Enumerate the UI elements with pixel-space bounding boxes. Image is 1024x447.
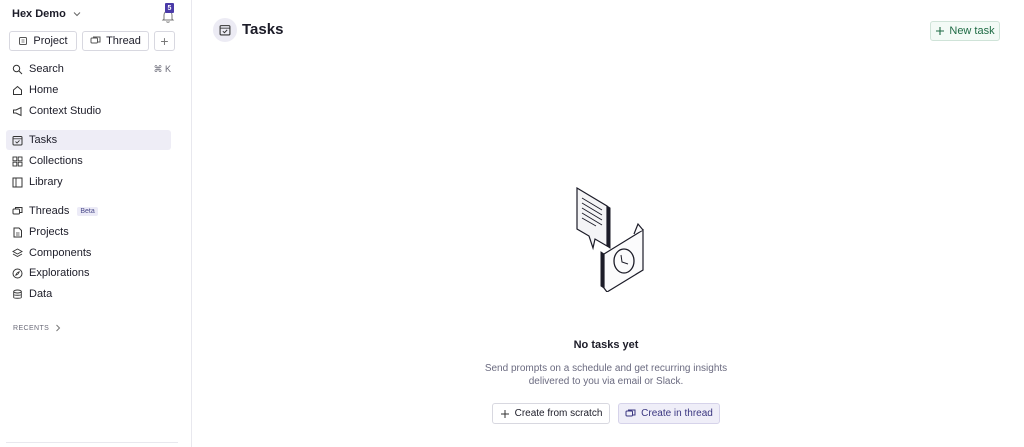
- plus-icon: +: [160, 33, 169, 49]
- create-from-scratch-button[interactable]: Create from scratch: [492, 403, 610, 424]
- sidebar-item-label: Threads: [29, 205, 70, 217]
- new-task-label: New task: [949, 25, 995, 37]
- calendar-check-icon: [12, 135, 23, 145]
- thread-button-label: Thread: [106, 35, 141, 47]
- sidebar-item-search[interactable]: Search ⌘ K: [6, 59, 171, 79]
- search-icon: [12, 64, 23, 74]
- chevron-right-icon: [56, 324, 61, 332]
- create-from-scratch-label: Create from scratch: [514, 408, 603, 419]
- notification-badge: 5: [165, 3, 174, 13]
- document-icon: [13, 227, 22, 237]
- new-thread-button[interactable]: Thread: [82, 31, 149, 51]
- workspace-name: Hex Demo: [12, 8, 66, 20]
- sidebar-divider: [6, 442, 178, 443]
- beta-badge: Beta: [77, 206, 98, 216]
- grid-icon: [12, 156, 23, 166]
- create-in-thread-button[interactable]: Create in thread: [618, 403, 720, 424]
- sidebar-item-label: Data: [29, 288, 53, 300]
- search-shortcut: ⌘ K: [153, 63, 171, 74]
- thread-icon: [90, 36, 101, 44]
- create-in-thread-label: Create in thread: [641, 408, 713, 419]
- sidebar-item-label: Library: [29, 176, 63, 188]
- new-task-button[interactable]: New task: [930, 21, 1000, 41]
- empty-state-title: No tasks yet: [573, 339, 639, 351]
- sidebar-item-home[interactable]: Home: [6, 80, 171, 100]
- new-project-button[interactable]: Project: [9, 31, 77, 51]
- sidebar-item-label: Components: [29, 247, 92, 259]
- sidebar-item-threads[interactable]: Threads Beta: [6, 201, 171, 221]
- sidebar-item-context-studio[interactable]: Context Studio: [6, 101, 171, 121]
- empty-tasks-illustration: [576, 186, 644, 292]
- sidebar-item-label: Context Studio: [29, 105, 102, 117]
- sidebar-item-library[interactable]: Library: [6, 172, 171, 192]
- sidebar-item-label: Explorations: [29, 267, 90, 279]
- sidebar-item-data[interactable]: Data: [6, 284, 171, 304]
- sidebar-item-label: Tasks: [29, 134, 58, 146]
- plus-icon: [936, 27, 945, 35]
- thread-icon: [625, 409, 636, 416]
- layers-icon: [12, 247, 23, 257]
- book-icon: [12, 177, 23, 187]
- project-icon: [19, 37, 28, 45]
- empty-state-description-line2: delivered to you via email or Slack.: [528, 376, 684, 387]
- sidebar-item-label: Home: [29, 84, 59, 96]
- sidebar-item-projects[interactable]: Projects: [6, 222, 171, 242]
- empty-state-description-line1: Send prompts on a schedule and get recur…: [484, 363, 728, 374]
- recents-label: RECENTS: [13, 324, 50, 332]
- sidebar-item-label: Projects: [29, 226, 69, 238]
- plus-icon: [500, 409, 509, 418]
- threads-icon: [12, 206, 23, 214]
- calendar-check-icon: [219, 25, 231, 36]
- sidebar-item-tasks[interactable]: Tasks: [6, 130, 171, 150]
- sidebar-item-label: Search: [29, 63, 64, 75]
- recents-toggle[interactable]: RECENTS: [13, 324, 61, 332]
- sidebar-item-explorations[interactable]: Explorations: [6, 263, 171, 283]
- database-icon: [13, 289, 22, 299]
- chevron-down-icon: [73, 12, 81, 17]
- sidebar-item-label: Collections: [29, 155, 83, 167]
- main-content: Tasks New task No tasks yet Send prompts…: [192, 0, 1024, 447]
- compass-icon: [12, 268, 23, 278]
- sidebar: Hex Demo 5 Project Thread + Search ⌘ K H…: [0, 0, 192, 447]
- page-title: Tasks: [242, 21, 284, 38]
- workspace-switcher[interactable]: Hex Demo: [12, 8, 82, 20]
- project-button-label: Project: [33, 35, 68, 47]
- sidebar-item-collections[interactable]: Collections: [6, 151, 171, 171]
- empty-state-description: Send prompts on a schedule and get recur…: [460, 362, 752, 388]
- add-button[interactable]: +: [154, 31, 175, 51]
- sidebar-item-components[interactable]: Components: [6, 243, 171, 263]
- home-icon: [13, 85, 22, 95]
- megaphone-icon: [13, 106, 22, 116]
- tasks-title-icon: [213, 18, 237, 42]
